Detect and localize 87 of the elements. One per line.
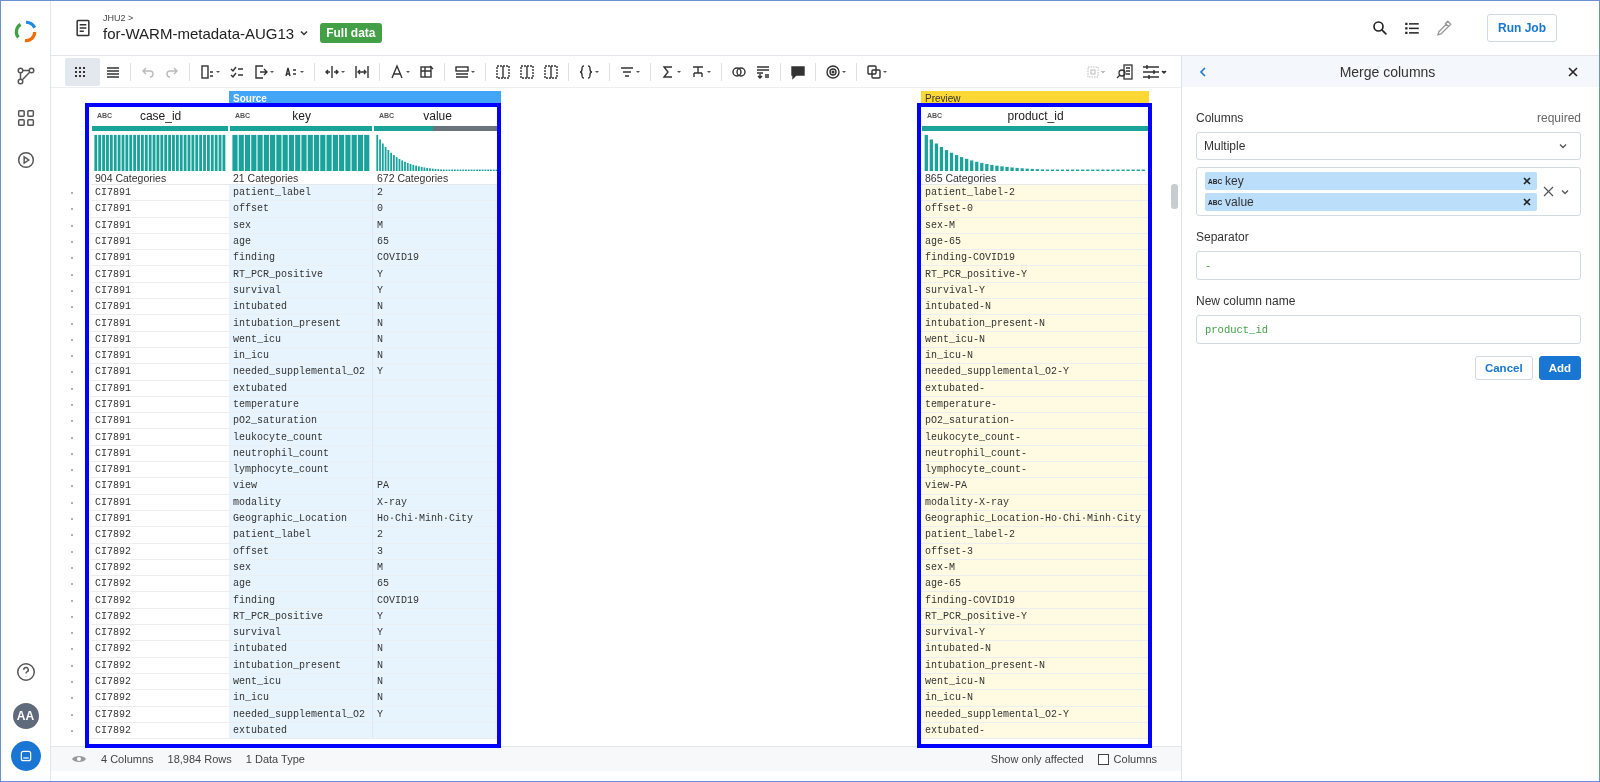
- table-cell: finding-COVID19: [921, 250, 1149, 267]
- table-cell: in_icu: [229, 690, 373, 707]
- required-label: required: [1536, 111, 1581, 125]
- data-type-count: 1 Data Type: [245, 753, 305, 765]
- table-cell: CI7891: [91, 331, 229, 348]
- table-cell: offset-0: [921, 201, 1149, 218]
- columns-checkbox[interactable]: [1097, 753, 1109, 765]
- table-cell: age: [229, 576, 373, 593]
- remove-icon[interactable]: [1523, 198, 1531, 206]
- close-icon[interactable]: [1567, 65, 1579, 78]
- eyedropper-icon[interactable]: [1435, 19, 1453, 37]
- table-cell: lymphocyte_count: [229, 462, 373, 479]
- table-cell: CI7892: [91, 657, 229, 674]
- scrollbar-thumb[interactable]: [1171, 184, 1178, 209]
- chat-button[interactable]: [10, 741, 41, 771]
- field-label: Separator: [1196, 230, 1250, 244]
- column-name: product_id: [1006, 108, 1065, 123]
- mode-select[interactable]: Multiple: [1196, 132, 1581, 160]
- field-label: Columns: [1196, 111, 1244, 125]
- table-cell: CI7891: [91, 380, 229, 397]
- column-count: 4 Columns: [101, 753, 154, 765]
- logo-icon[interactable]: [12, 19, 39, 45]
- remove-icon[interactable]: [1523, 177, 1531, 185]
- help-icon[interactable]: [14, 661, 37, 683]
- table-cell: CI7891: [91, 494, 229, 511]
- field-label: New column name: [1196, 294, 1297, 308]
- clear-icon[interactable]: [1543, 186, 1554, 197]
- table-cell: finding: [229, 592, 373, 609]
- run-job-button[interactable]: Run Job: [1487, 14, 1557, 42]
- table-cell: intubation_present: [229, 315, 373, 332]
- grid-icon[interactable]: [65, 57, 100, 86]
- flow-icon[interactable]: [14, 65, 37, 87]
- table-cell: intubated-N: [921, 641, 1149, 658]
- table-cell: CI7891: [91, 217, 229, 234]
- table-cell: RT_PCR_positive: [229, 266, 373, 283]
- table-cell: view: [229, 478, 373, 495]
- table-cell: patient_label: [229, 185, 373, 202]
- book-icon: [73, 18, 93, 38]
- eye-icon[interactable]: [71, 753, 87, 765]
- table-cell: intubation_present-N: [921, 315, 1149, 332]
- user-avatar[interactable]: AA: [12, 703, 39, 729]
- table-cell: leukocyte_count-: [921, 429, 1149, 446]
- column-name: case_id: [138, 108, 183, 123]
- chip-label: key: [1225, 174, 1245, 188]
- show-affected-label: Show only affected: [990, 753, 1084, 765]
- table-cell: CI7892: [91, 706, 229, 723]
- table-cell: view-PA: [921, 478, 1149, 495]
- table-cell: in_icu-N: [921, 690, 1149, 707]
- chevron-down-icon[interactable]: [1560, 187, 1570, 196]
- dataset-title[interactable]: for-WARM-metadata-AUG13: [103, 24, 295, 42]
- table-cell: intubated: [229, 299, 373, 316]
- search-icon[interactable]: [1371, 19, 1389, 37]
- chip-label: value: [1225, 195, 1255, 209]
- table-cell: intubated-N: [921, 299, 1149, 316]
- category-count: 904 Categories: [91, 171, 229, 185]
- add-button[interactable]: Add: [1538, 356, 1581, 380]
- table-cell: needed_supplemental_O2: [229, 364, 373, 381]
- table-cell: pO2_saturation: [229, 413, 373, 430]
- table-cell: offset: [229, 201, 373, 218]
- panel-title: Merge columns: [1338, 63, 1437, 80]
- table-cell: survival: [229, 625, 373, 642]
- chevron-down-icon: [1558, 142, 1568, 150]
- table-cell: needed_supplemental_O2-Y: [921, 364, 1149, 381]
- back-icon[interactable]: [1198, 65, 1208, 78]
- table-cell: finding: [229, 250, 373, 267]
- table-cell: pO2_saturation-: [921, 413, 1149, 430]
- table-cell: patient_label: [229, 527, 373, 544]
- table-cell: lymphocyte_count-: [921, 462, 1149, 479]
- chevron-down-icon[interactable]: [299, 28, 310, 38]
- table-cell: finding-COVID19: [921, 592, 1149, 609]
- column-name: value: [422, 108, 453, 123]
- checkbox-label[interactable]: Columns: [1113, 753, 1157, 765]
- table-cell: RT_PCR_positive-Y: [921, 266, 1149, 283]
- row-count: 18,984 Rows: [167, 753, 232, 765]
- table-cell: survival-Y: [921, 625, 1149, 642]
- table-cell: age-65: [921, 576, 1149, 593]
- table-cell: CI7892: [91, 543, 229, 560]
- table-cell: patient_label-2: [921, 185, 1149, 202]
- table-cell: leukocyte_count: [229, 429, 373, 446]
- column-name: key: [291, 108, 312, 123]
- cancel-button[interactable]: Cancel: [1474, 356, 1533, 380]
- table-cell: patient_label-2: [921, 527, 1149, 544]
- separator-field[interactable]: -: [1196, 251, 1581, 280]
- table-cell: CI7892: [91, 722, 229, 740]
- breadcrumb[interactable]: JHU2 >: [103, 13, 382, 23]
- table-cell: intubated: [229, 641, 373, 658]
- full-data-badge: Full data: [320, 23, 382, 43]
